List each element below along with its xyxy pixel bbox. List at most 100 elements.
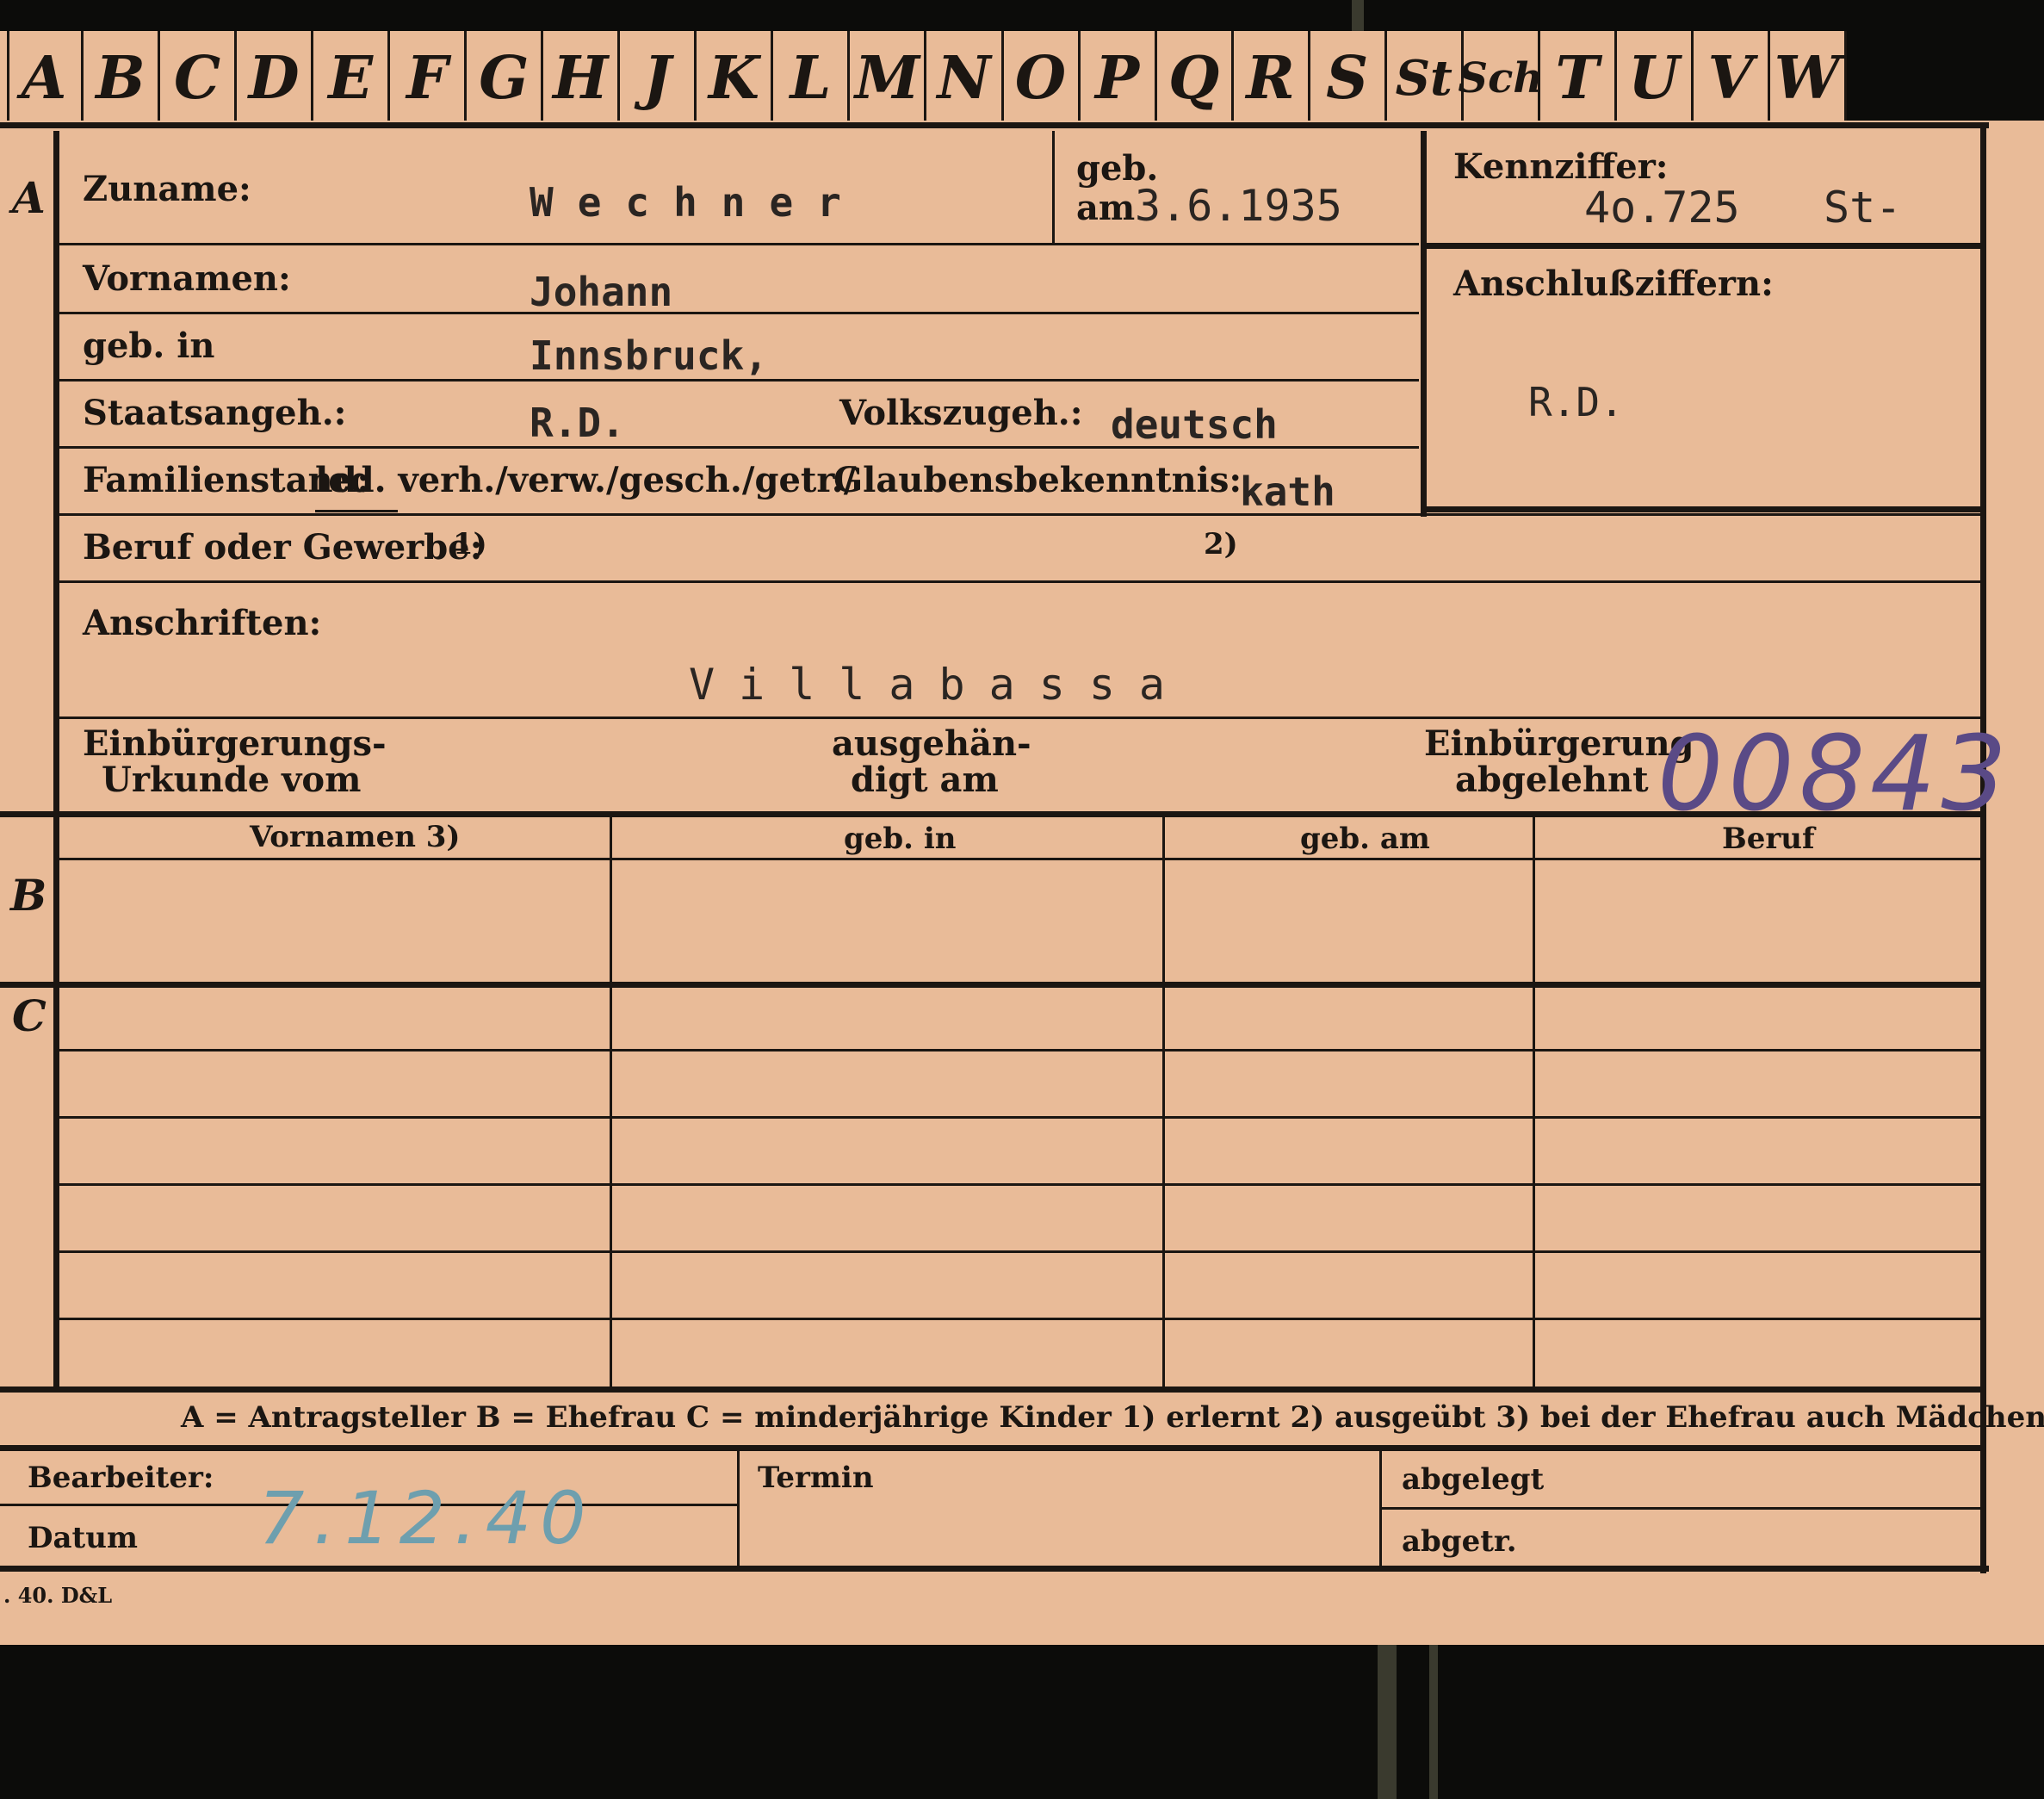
col-line [1379, 1449, 1382, 1569]
index-tab-m[interactable]: M [850, 31, 927, 126]
row-line [59, 1116, 1983, 1119]
index-tab-o[interactable]: O [1004, 31, 1081, 126]
vornamen-value: Johann [530, 269, 673, 315]
urkunde-label-1: Einbürgerungs- [83, 723, 387, 764]
kennziffer-box-divider [1421, 243, 1985, 249]
col-line [1162, 815, 1165, 1390]
col-line [1052, 131, 1055, 243]
index-tab-k[interactable]: K [697, 31, 774, 126]
beruf-footnote-1: 1) [453, 527, 487, 561]
staatsangeh-label: Staatsangeh.: [83, 393, 347, 433]
index-tab-c[interactable]: C [160, 31, 238, 126]
bearbeiter-label: Bearbeiter: [28, 1461, 214, 1495]
beruf-label: Beruf oder Gewerbe: [83, 527, 483, 568]
frame-bottom [0, 1566, 1989, 1572]
ausgehaendigt-label-1: ausgehän- [832, 723, 1031, 764]
familienstand-options: led. verh./verw./gesch./getr./ [315, 460, 857, 500]
index-tab-r[interactable]: R [1234, 31, 1310, 126]
staatsangeh-value: R.D. [530, 400, 625, 446]
registration-card: A Zuname: Wechner geb. am 3.6.1935 Kennz… [0, 121, 2044, 1645]
col-line [610, 815, 612, 1390]
volkszugeh-label: Volkszugeh.: [839, 393, 1083, 433]
index-tab-s[interactable]: S [1310, 31, 1387, 126]
row-line [1381, 1507, 1984, 1510]
section-a-label: A [12, 172, 46, 223]
zuname-label: Zuname: [83, 169, 251, 209]
index-tab-a[interactable]: A [7, 31, 84, 126]
col-geb-in-header: geb. in [844, 822, 957, 856]
index-tab-q[interactable]: Q [1157, 31, 1234, 126]
scan-edge [1378, 1645, 1397, 1799]
alphabet-tab-strip: A B C D E F G H J K L M N O P Q R S St Sch T U V W [0, 31, 1847, 129]
am-label: am [1076, 188, 1136, 228]
index-tab-v[interactable]: V [1694, 31, 1770, 126]
vornamen-label: Vornamen: [83, 258, 291, 299]
index-tab-e[interactable]: E [313, 31, 391, 126]
section-divider [53, 131, 59, 1388]
section-c-label: C [12, 990, 46, 1041]
geb-in-value: Innsbruck, [530, 332, 768, 379]
section-b-top [0, 811, 1985, 817]
index-tab-u[interactable]: U [1617, 31, 1694, 126]
scan-edge [1429, 1645, 1438, 1799]
legend-top [0, 1386, 1985, 1393]
col-geb-am-header: geb. am [1300, 822, 1430, 856]
glaubensbekenntnis-label: Glaubensbekenntnis: [833, 460, 1242, 500]
geb-in-label: geb. in [83, 326, 215, 366]
row-line [59, 513, 1983, 516]
section-b-label: B [10, 870, 47, 921]
index-tab-st[interactable]: St [1387, 31, 1464, 126]
index-tab-b[interactable]: B [84, 31, 161, 126]
index-tab-h[interactable]: H [543, 31, 621, 126]
frame-right [1980, 122, 1986, 1573]
anschriften-label: Anschriften: [83, 603, 322, 643]
ausgehaendigt-label-2: digt am [851, 760, 999, 800]
abgelegt-label: abgelegt [1402, 1462, 1545, 1497]
index-tab-f[interactable]: F [390, 31, 468, 126]
index-tab-l[interactable]: L [773, 31, 851, 126]
row-line [59, 379, 1419, 382]
index-tab-w[interactable]: W [1770, 31, 1847, 126]
geb-am-value: 3.6.1935 [1135, 181, 1342, 231]
table-header-line [59, 858, 1983, 860]
row-line [59, 312, 1419, 314]
index-tab-t[interactable]: T [1540, 31, 1617, 126]
kennziffer-suffix: St- [1824, 183, 1902, 233]
index-tab-p[interactable]: P [1081, 31, 1157, 126]
index-tab-g[interactable]: G [467, 31, 544, 126]
section-c-top [0, 982, 1985, 988]
kennziffer-value: 4o.725 [1584, 183, 1740, 233]
anschlussziffern-label: Anschlußziffern: [1453, 264, 1774, 304]
col-line [737, 1449, 740, 1569]
abgelehnt-label-1: Einbürgerung [1424, 723, 1694, 764]
anschrift-value: Villabassa [689, 660, 1190, 710]
col-vornamen-header: Vornamen 3) [250, 820, 461, 854]
abgetr-label: abgetr. [1402, 1524, 1517, 1559]
legend-bottom [0, 1445, 1985, 1451]
kennziffer-box-left [1421, 131, 1427, 517]
row-line [59, 1049, 1983, 1051]
glaubensbekenntnis-value: kath [1240, 468, 1335, 515]
row-line [59, 580, 1983, 583]
volkszugeh-value: deutsch [1111, 401, 1278, 448]
legend-text: A = Antragsteller B = Ehefrau C = minder… [181, 1400, 2044, 1435]
row-line [59, 1183, 1983, 1186]
index-tab-n[interactable]: N [927, 31, 1004, 126]
index-tab-d[interactable]: D [237, 31, 314, 126]
kennziffer-box-bottom [1421, 506, 1985, 512]
tab-strip-left-edge [7, 31, 9, 126]
termin-label: Termin [758, 1461, 874, 1495]
datum-label: Datum [28, 1521, 138, 1555]
anschlussziffern-value: R.D. [1528, 379, 1624, 425]
row-line [59, 243, 1419, 245]
index-tab-j[interactable]: J [620, 31, 697, 126]
kennziffer-label: Kennziffer: [1453, 146, 1669, 187]
frame-top [0, 122, 1989, 128]
print-code: . 40. D&L [3, 1583, 113, 1608]
scan-edge [1352, 0, 1364, 31]
beruf-footnote-2: 2) [1204, 527, 1238, 561]
index-tab-sch[interactable]: Sch [1458, 31, 1543, 126]
row-line [59, 1250, 1983, 1253]
zuname-value: Wechner [530, 179, 865, 226]
col-beruf-header: Beruf [1722, 822, 1815, 856]
